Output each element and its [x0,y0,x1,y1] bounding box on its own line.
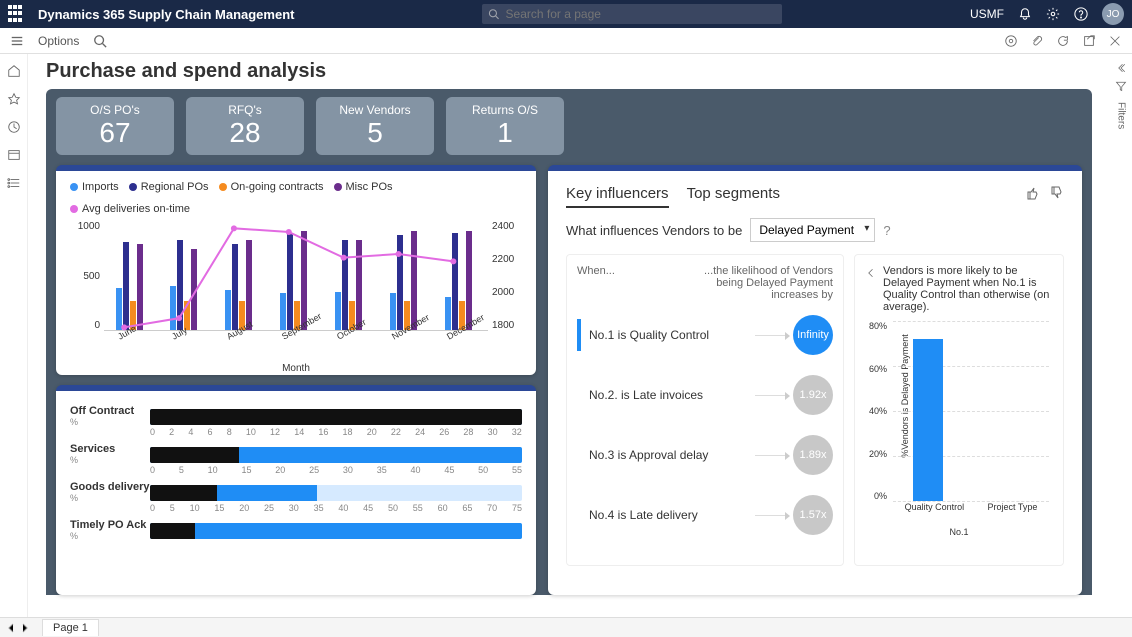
influencer-row[interactable]: No.4 is Late delivery1.57x [577,495,833,535]
app-launcher-icon[interactable] [8,5,26,23]
bell-icon[interactable] [1018,7,1032,21]
filters-label[interactable]: Filters [1116,102,1127,129]
page-tab[interactable]: Page 1 [42,619,99,636]
refresh-icon[interactable] [1056,34,1070,48]
page-title: Purchase and spend analysis [46,60,1092,83]
influencer-dropdown[interactable]: Delayed Payment [750,218,875,242]
view-icon[interactable] [1004,34,1018,48]
user-avatar[interactable]: JO [1102,3,1124,25]
kpi-card[interactable]: New Vendors5 [316,97,434,155]
kpi-card[interactable]: RFQ's28 [186,97,304,155]
module-icon[interactable] [7,148,21,162]
search-input[interactable] [506,7,777,21]
kpi-card[interactable]: Returns O/S1 [446,97,564,155]
next-page-icon[interactable] [20,623,30,633]
tab-key-influencers[interactable]: Key influencers [566,185,669,208]
top-nav-bar: Dynamics 365 Supply Chain Management USM… [0,0,1132,28]
thumbs-up-icon[interactable] [1024,185,1040,201]
key-influencers-panel: Key influencers Top segments What influe… [548,165,1082,595]
attach-icon[interactable] [1030,34,1044,48]
influencer-row[interactable]: No.3 is Approval delay1.89x [577,435,833,475]
star-icon[interactable] [7,92,21,106]
hbar-row: Timely PO Ack% [70,519,522,541]
left-nav-rail [0,54,28,617]
influencer-detail: Vendors is more likely to be Delayed Pay… [854,254,1064,566]
search-icon [488,8,499,20]
popout-icon[interactable] [1082,34,1096,48]
collapse-icon[interactable] [1115,62,1127,74]
kpi-card[interactable]: O/S PO's67 [56,97,174,155]
list-icon[interactable] [7,176,21,190]
detail-text: Vendors is more likely to be Delayed Pay… [883,265,1053,313]
filter-icon[interactable] [1115,80,1127,92]
gear-icon[interactable] [1046,7,1060,21]
app-title: Dynamics 365 Supply Chain Management [38,7,294,22]
right-rail: Filters [1110,54,1132,617]
main-content: Purchase and spend analysis O/S PO's67RF… [28,54,1110,617]
prev-page-icon[interactable] [6,623,16,633]
help-icon[interactable]: ? [883,223,890,238]
detail-bar-chart[interactable]: %Vendors is Delayed Payment 80%60%40%20%… [865,321,1053,521]
options-menu[interactable]: Options [38,34,79,48]
page-footer: Page 1 [0,617,1132,637]
close-icon[interactable] [1108,34,1122,48]
hbar-row: Off Contract% 02468101214161820222426283… [70,405,522,437]
hbar-row: Services% 0510152025303540455055 [70,443,522,475]
kpi-row: O/S PO's67RFQ's28New Vendors5Returns O/S… [56,97,1082,155]
question-text: What influences Vendors to be [566,223,742,238]
monthly-po-chart[interactable]: ImportsRegional POsOn-going contractsMis… [56,165,536,375]
thumbs-down-icon[interactable] [1048,185,1064,201]
x-axis-label: Month [70,363,522,374]
col-when: When... [577,265,692,301]
percent-bar-chart[interactable]: Off Contract% 02468101214161820222426283… [56,385,536,595]
help-icon[interactable] [1074,7,1088,21]
influencer-row[interactable]: No.1 is Quality ControlInfinity [577,315,833,355]
global-search[interactable] [482,4,782,24]
tab-top-segments[interactable]: Top segments [687,185,780,208]
hamburger-icon[interactable] [10,34,24,48]
col-likelihood: ...the likelihood of Vendors being Delay… [692,265,833,301]
home-icon[interactable] [7,64,21,78]
influencer-list: When... ...the likelihood of Vendors bei… [566,254,844,566]
company-code[interactable]: USMF [970,7,1004,21]
mini-xlabel: No.1 [949,527,968,537]
influencer-row[interactable]: No.2. is Late invoices1.92x [577,375,833,415]
command-bar: Options [0,28,1132,54]
hbar-row: Goods delivery% 051015202530354045505560… [70,481,522,513]
clock-icon[interactable] [7,120,21,134]
search-icon[interactable] [93,34,107,48]
back-arrow-icon[interactable] [865,267,877,279]
dashboard-container: O/S PO's67RFQ's28New Vendors5Returns O/S… [46,89,1092,595]
